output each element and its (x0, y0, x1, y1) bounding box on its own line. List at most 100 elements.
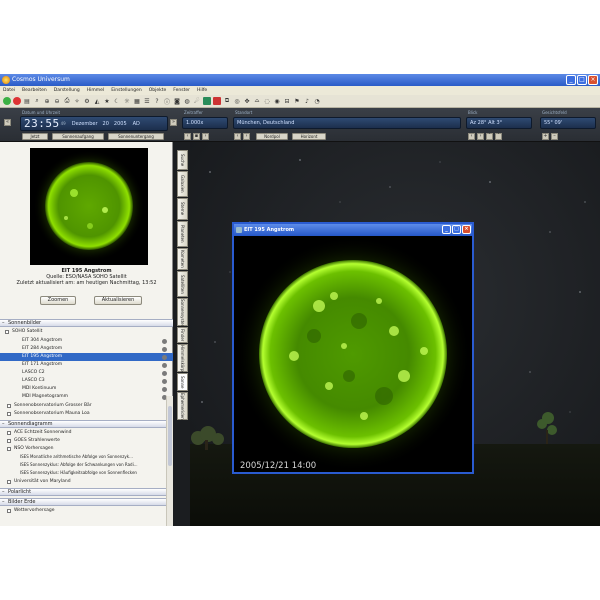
tab-solar-system[interactable]: Sonnensystem (177, 298, 188, 329)
menu-item-sky[interactable]: Himmel (87, 86, 104, 95)
tree-item-lasco-c2[interactable]: LASCO C2 (0, 369, 173, 377)
tree-item-eit171[interactable]: EIT 171 Angstrom (0, 361, 173, 369)
datetime-display[interactable]: 23:55 49 Dezember 20 2005 AD (20, 116, 168, 131)
north-button[interactable]: Nordpol (256, 133, 288, 140)
marker-icon[interactable] (213, 97, 221, 105)
search-icon[interactable]: ⌕ (33, 97, 41, 105)
horizon-button[interactable]: Horizont (292, 133, 326, 140)
fov-field[interactable]: 55° 09' (540, 117, 596, 129)
tree-item-ises-sunspots[interactable]: ISES Sonnenzyklus: Häufigkeitsabfolge vo… (0, 469, 173, 477)
zoom-out-icon[interactable]: ⊖ (53, 97, 61, 105)
close-icon[interactable]: × (588, 75, 598, 85)
refresh-button[interactable]: Aktualisieren (94, 296, 142, 305)
menu-item-file[interactable]: Datei (3, 86, 15, 95)
tree-item-observatory-mauna-loa[interactable]: Sonnenobservatorium Mauna Loa (0, 410, 173, 418)
expand-icon[interactable] (7, 439, 11, 443)
tree-item-eit304[interactable]: EIT 304 Angstrom (0, 337, 173, 345)
tree-item-lasco-c3[interactable]: LASCO C3 (0, 377, 173, 385)
time-reverse-button[interactable]: « (4, 119, 11, 126)
target-icon[interactable]: ◎ (233, 97, 241, 105)
telescope-icon[interactable]: ◭ (93, 97, 101, 105)
fov-in-button[interactable]: + (542, 133, 549, 140)
tab-galaxies[interactable]: Galaxien (177, 171, 188, 197)
tab-finder[interactable]: Finder (177, 327, 188, 343)
tab-ephemerides[interactable]: Ephemeriden (177, 392, 188, 420)
horizon-icon[interactable]: ⌓ (253, 97, 261, 105)
tab-comets[interactable]: Kometen (177, 248, 188, 270)
open-icon[interactable]: ▤ (23, 97, 31, 105)
speed-up-button[interactable]: › (202, 133, 209, 140)
view-field[interactable]: Az 28° Alt 3° (466, 117, 532, 129)
window-titlebar[interactable]: Cosmos Universum _ □ × (0, 74, 600, 86)
expand-icon[interactable] (7, 412, 11, 416)
now-button[interactable]: Jetzt (22, 133, 48, 140)
maximize-icon[interactable]: □ (452, 225, 461, 234)
ruler-icon[interactable]: ⊟ (283, 97, 291, 105)
sunset-button[interactable]: Sonnenuntergang (108, 133, 164, 140)
solar-image-window[interactable]: EIT 195 Angstrom _ □ × 2005/12/21 14:00 (232, 222, 474, 474)
solar-window-titlebar[interactable]: EIT 195 Angstrom _ □ × (234, 224, 472, 236)
menu-item-settings[interactable]: Einstellungen (111, 86, 142, 95)
bell-icon[interactable]: ♪ (303, 97, 311, 105)
tree-group-soho[interactable]: SOHO Satellit (0, 328, 173, 336)
view-left-button[interactable]: ‹ (468, 133, 475, 140)
compass-icon[interactable]: ✥ (243, 97, 251, 105)
section-solar-diagrams[interactable]: Sonnendiagramm (0, 420, 173, 428)
tree-scrollbar[interactable] (166, 396, 173, 526)
location-next-button[interactable]: › (243, 133, 250, 140)
map-icon[interactable] (203, 97, 211, 105)
help-icon[interactable]: ? (153, 97, 161, 105)
section-solar-images[interactable]: Sonnenbilder (0, 319, 173, 327)
section-aurora[interactable]: Polarlicht (0, 488, 173, 496)
tree-item-ises-radio[interactable]: ISES Sonnenzyklus: Abfolge der Schwankun… (0, 461, 173, 469)
expand-icon[interactable] (7, 404, 11, 408)
tree-item-weather[interactable]: Wettervorhersage (0, 507, 173, 515)
minimize-icon[interactable]: _ (442, 225, 451, 234)
tree-item-nso[interactable]: NSO Vorhersagen (0, 445, 173, 453)
tab-satellites[interactable]: Satelliten (177, 271, 188, 297)
speed-field[interactable]: 1.000x (182, 117, 228, 129)
stop-icon[interactable] (13, 97, 21, 105)
zoom-in-icon[interactable]: ⊕ (43, 97, 51, 105)
speed-pause-button[interactable]: ▪ (193, 133, 200, 140)
tree-item-maryland[interactable]: Universität von Maryland (0, 478, 173, 486)
clock-icon[interactable]: ◔ (313, 97, 321, 105)
tab-stars[interactable]: Sterne (177, 198, 188, 220)
planet-icon[interactable]: ◍ (183, 97, 191, 105)
moon-icon[interactable]: ☾ (113, 97, 121, 105)
view-up-button[interactable]: ˄ (486, 133, 493, 140)
scrollbar-thumb[interactable] (168, 406, 172, 466)
collapse-icon[interactable] (7, 447, 11, 451)
tab-sun[interactable]: Sonne (177, 373, 188, 391)
minimize-icon[interactable]: _ (566, 75, 576, 85)
menu-item-objects[interactable]: Objekte (149, 86, 167, 95)
view-down-button[interactable]: ˅ (495, 133, 502, 140)
tree-item-ises-monthly[interactable]: ISES Monatliche arithmetische Abfolge vo… (0, 453, 173, 461)
grid-icon[interactable]: ▦ (133, 97, 141, 105)
play-icon[interactable] (3, 97, 11, 105)
settings-icon[interactable]: ⚙ (83, 97, 91, 105)
sunrise-button[interactable]: Sonnenaufgang (52, 133, 104, 140)
maximize-icon[interactable]: □ (577, 75, 587, 85)
camera-icon[interactable]: ◙ (173, 97, 181, 105)
eye-icon[interactable]: ◉ (273, 97, 281, 105)
list-icon[interactable]: ☰ (143, 97, 151, 105)
menu-item-help[interactable]: Hilfe (197, 86, 207, 95)
menu-item-window[interactable]: Fenster (173, 86, 190, 95)
print-icon[interactable]: ⎙ (63, 97, 71, 105)
orbit-icon[interactable]: ◌ (263, 97, 271, 105)
section-earth-images[interactable]: Bilder Erde (0, 498, 173, 506)
tab-planets[interactable]: Planeten (177, 221, 188, 247)
menu-item-edit[interactable]: Bearbeiten (22, 86, 47, 95)
tab-search[interactable]: Suche (177, 150, 188, 170)
tree-item-eit195[interactable]: EIT 195 Angstrom (0, 353, 173, 361)
collapse-icon[interactable] (5, 330, 9, 334)
tab-celestial-bodies[interactable]: Himmelskörper (177, 344, 188, 375)
tree-item-eit284[interactable]: EIT 284 Angstrom (0, 345, 173, 353)
layers-icon[interactable]: ⧉ (223, 97, 231, 105)
sun-icon[interactable]: ☼ (123, 97, 131, 105)
speed-down-button[interactable]: ‹ (184, 133, 191, 140)
info-icon[interactable]: ⓘ (163, 97, 171, 106)
expand-icon[interactable] (7, 509, 11, 513)
tree-item-goes[interactable]: GOES Strahlenwerte (0, 437, 173, 445)
